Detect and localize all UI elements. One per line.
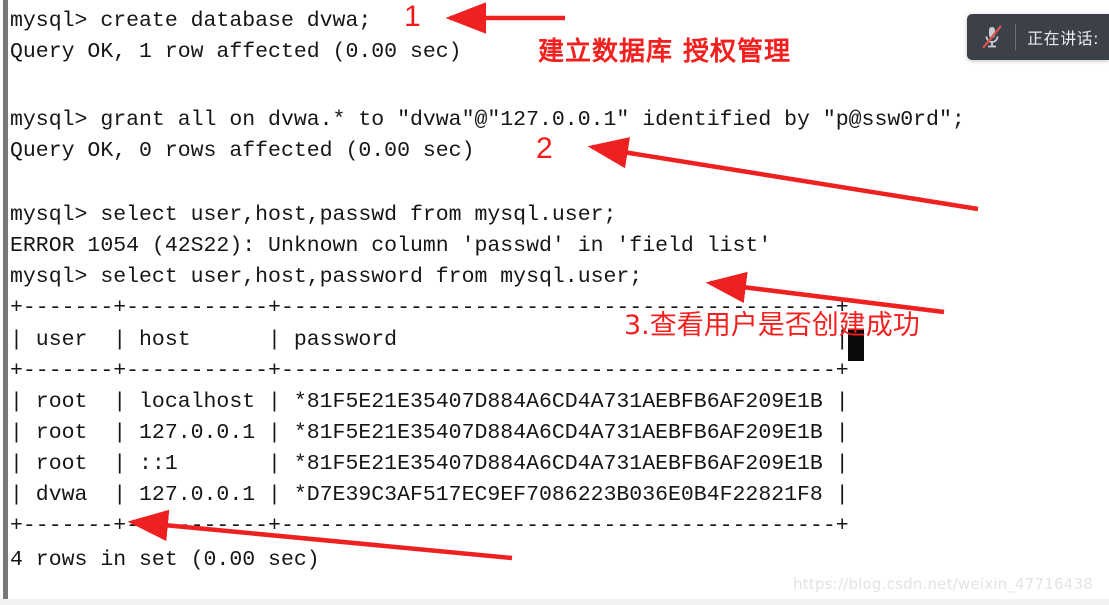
annotation-note-step3: 3.查看用户是否创建成功 bbox=[624, 310, 920, 341]
terminal-output[interactable]: mysql> create database dvwa; Query OK, 1… bbox=[0, 0, 1109, 605]
terminal-row-count: 4 rows in set (0.00 sec) bbox=[10, 548, 320, 572]
bottom-strip bbox=[0, 599, 1109, 605]
table-row: | root | 127.0.0.1 | *81F5E21E35407D884A… bbox=[10, 421, 849, 445]
table-row: | root | localhost | *81F5E21E35407D884A… bbox=[10, 390, 849, 414]
watermark-text: https://blog.csdn.net/weixin_47716438 bbox=[793, 575, 1093, 593]
terminal-table-border: +-------+-----------+-------------------… bbox=[10, 514, 849, 538]
table-row: | dvwa | 127.0.0.1 | *D7E39C3AF517EC9EF7… bbox=[10, 483, 849, 507]
annotation-marker-2: 2 bbox=[536, 132, 553, 165]
annotation-note-top: 建立数据库 授权管理 bbox=[538, 37, 792, 67]
terminal-line: mysql> select user,host,passwd from mysq… bbox=[10, 203, 617, 227]
mic-status-label: 正在讲话: bbox=[1027, 29, 1099, 48]
terminal-line: Query OK, 1 row affected (0.00 sec) bbox=[10, 40, 462, 64]
terminal-line: mysql> select user,host,password from my… bbox=[10, 265, 643, 289]
terminal-line: ERROR 1054 (42S22): Unknown column 'pass… bbox=[10, 234, 772, 258]
mic-status-widget[interactable]: 正在讲话: bbox=[967, 14, 1109, 60]
microphone-muted-icon[interactable] bbox=[981, 24, 1003, 50]
mic-widget-divider bbox=[1015, 24, 1017, 50]
terminal-line: mysql> create database dvwa; bbox=[10, 9, 372, 33]
annotation-marker-1: 1 bbox=[404, 0, 421, 33]
terminal-line: Query OK, 0 rows affected (0.00 sec) bbox=[10, 139, 475, 163]
terminal-table-border: +-------+-----------+-------------------… bbox=[10, 359, 849, 383]
table-row: | root | ::1 | *81F5E21E35407D884A6CD4A7… bbox=[10, 452, 849, 476]
screenshot-root: mysql> create database dvwa; Query OK, 1… bbox=[0, 0, 1109, 605]
terminal-line: mysql> grant all on dvwa.* to "dvwa"@"12… bbox=[10, 108, 965, 132]
